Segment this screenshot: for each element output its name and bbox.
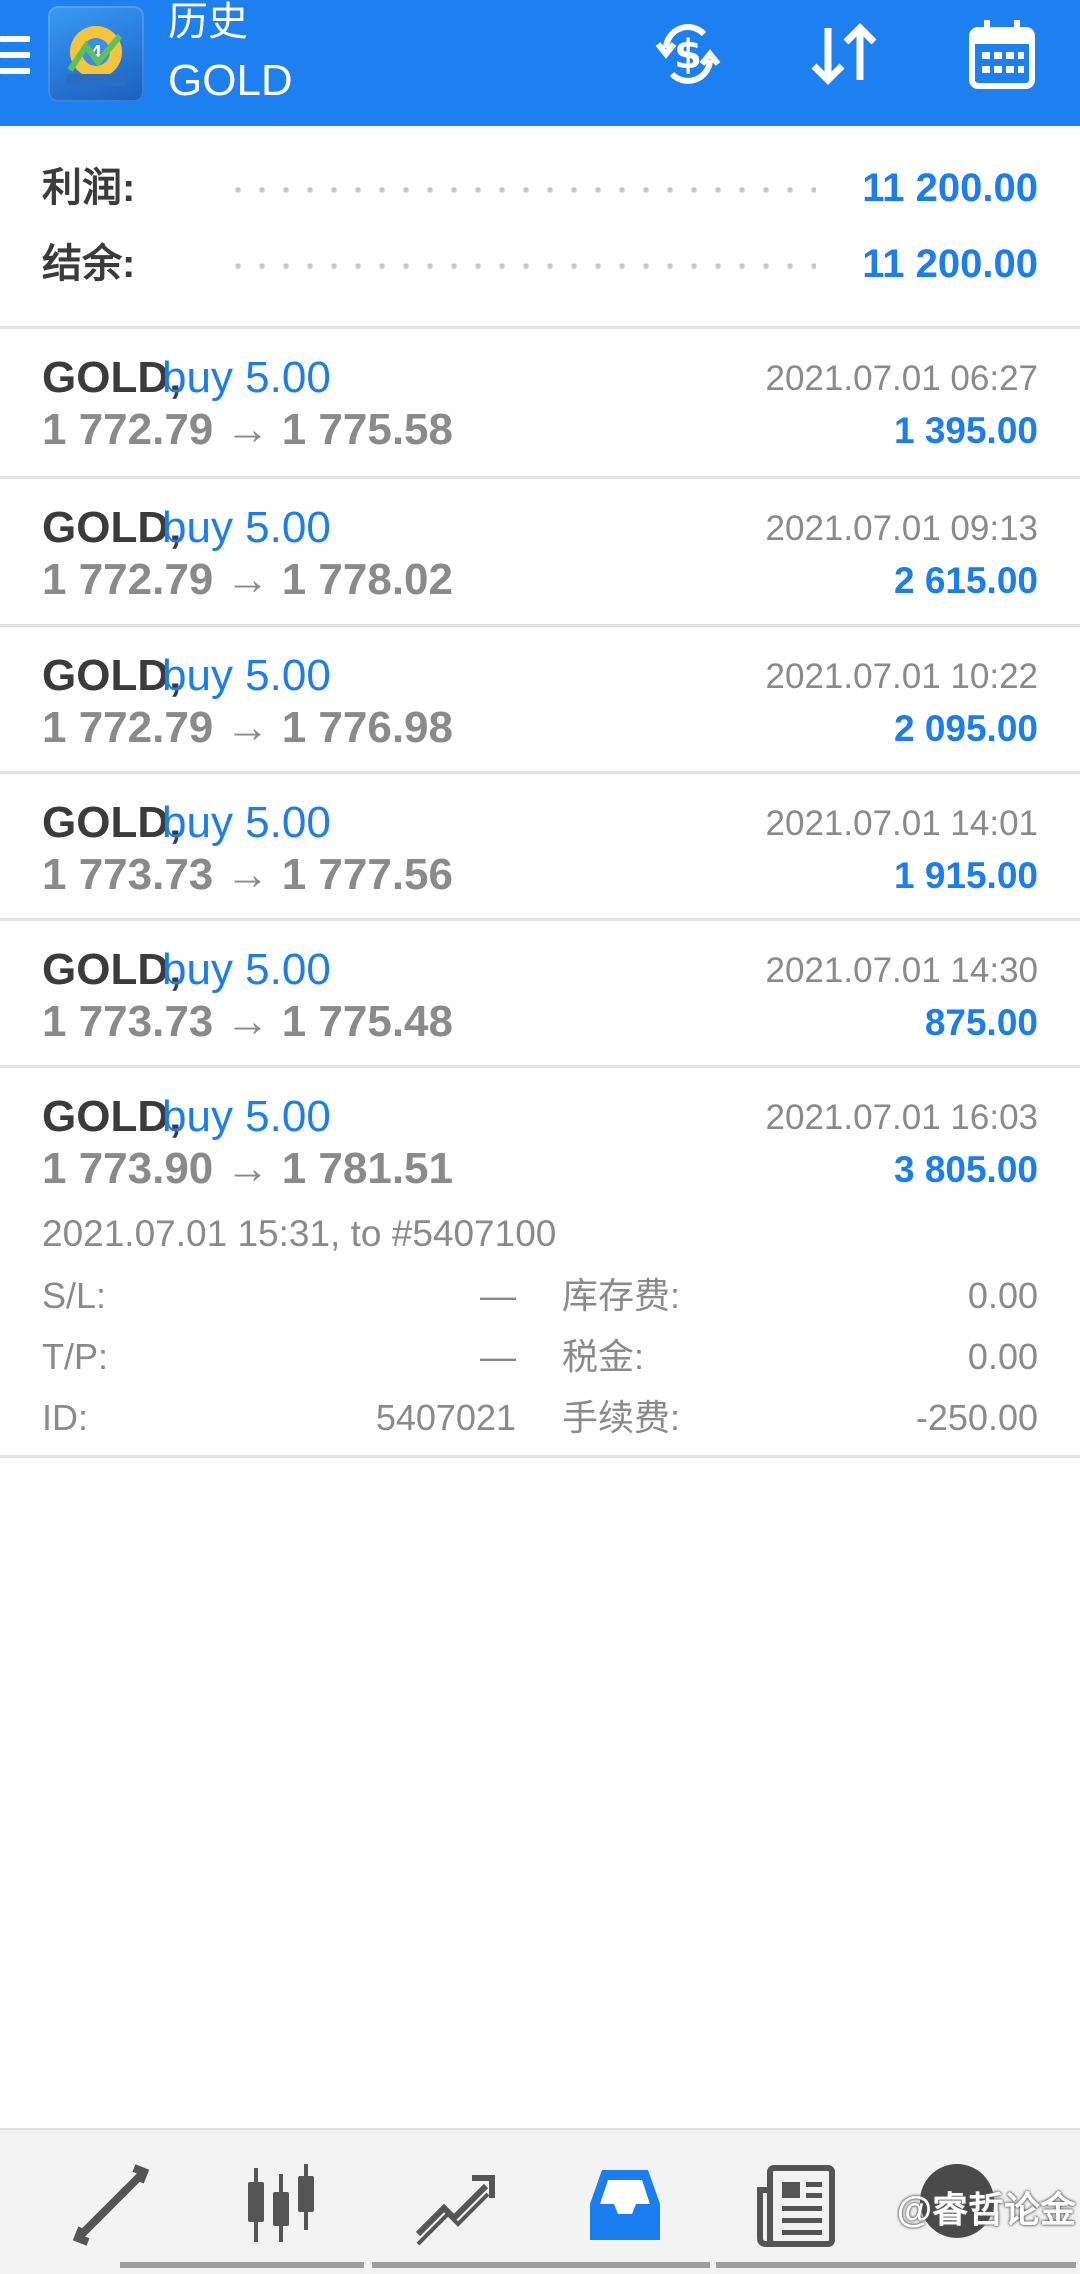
tp-value: — <box>480 1336 516 1377</box>
trade-type: buy 5.00 <box>162 945 331 994</box>
id-value: 5407021 <box>375 1397 516 1438</box>
trade-icon[interactable] <box>408 2160 498 2250</box>
trade-prices: 1 773.73 → 1 775.48 <box>42 997 453 1046</box>
page-title: 历史 <box>168 0 248 44</box>
nav-indicator <box>372 2262 710 2268</box>
sl-label: S/L: <box>42 1275 107 1316</box>
trade-type: buy 5.00 <box>162 1092 331 1141</box>
sort-icon[interactable] <box>804 14 884 94</box>
trade-close-time: 2021.07.01 09:13 <box>765 509 1038 548</box>
calendar-icon[interactable] <box>962 14 1042 94</box>
trade-symbol: GOLD, <box>42 945 182 994</box>
divider <box>0 1455 1080 1458</box>
trade-profit: 2 615.00 <box>893 560 1038 601</box>
commission-label: 手续费: <box>562 1397 681 1438</box>
trade-symbol: GOLD, <box>42 353 182 402</box>
trade-symbol: GOLD, <box>42 503 182 552</box>
trade-row[interactable]: GOLD, buy 5.00 1 773.73 → 1 777.56 2021.… <box>0 774 1080 921</box>
trade-prices: 1 772.79 → 1 775.58 <box>42 405 453 454</box>
trade-row-expanded[interactable]: GOLD, buy 5.00 1 773.90 → 1 781.51 2021.… <box>0 1068 1080 1458</box>
bottom-navigation: @睿哲论金 <box>0 2128 1080 2274</box>
dotted-leader <box>226 262 816 270</box>
trade-profit: 2 095.00 <box>893 708 1038 749</box>
trade-profit: 1 915.00 <box>893 855 1038 896</box>
chart-icon[interactable] <box>236 2160 326 2250</box>
trade-close-time: 2021.07.01 16:03 <box>765 1098 1038 1137</box>
profit-summary-row: 利润: 11 200.00 <box>0 158 1080 218</box>
tax-value: 0.00 <box>967 1336 1038 1377</box>
trade-row[interactable]: GOLD, buy 5.00 1 772.79 → 1 776.98 2021.… <box>0 627 1080 774</box>
swap-value: 0.00 <box>967 1275 1038 1316</box>
top-app-bar: 4 历史 GOLD $ <box>0 0 1080 126</box>
trade-prices: 1 772.79 → 1 778.02 <box>42 555 453 604</box>
history-icon[interactable] <box>580 2160 670 2250</box>
trade-profit: 1 395.00 <box>893 410 1038 451</box>
trade-close-time: 2021.07.01 14:01 <box>765 804 1038 843</box>
svg-text:$: $ <box>674 32 702 78</box>
sl-value: — <box>480 1275 516 1316</box>
nav-indicator <box>716 2262 1076 2268</box>
tax-label: 税金: <box>562 1336 645 1377</box>
trade-prices: 1 773.90 → 1 781.51 <box>42 1144 453 1193</box>
trade-type: buy 5.00 <box>162 651 331 700</box>
trade-type: buy 5.00 <box>162 798 331 847</box>
dotted-leader <box>226 186 816 194</box>
commission-value: -250.00 <box>915 1397 1038 1438</box>
menu-icon[interactable] <box>0 36 30 76</box>
balance-label: 结余: <box>42 242 136 286</box>
trade-profit: 3 805.00 <box>893 1149 1038 1190</box>
balance-summary-row: 结余: 11 200.00 <box>0 234 1080 294</box>
trade-row[interactable]: GOLD, buy 5.00 1 773.73 → 1 775.48 2021.… <box>0 921 1080 1068</box>
profit-label: 利润: <box>42 166 136 210</box>
quotes-icon[interactable] <box>66 2160 156 2250</box>
symbol-subtitle: GOLD <box>168 56 293 105</box>
news-icon[interactable] <box>752 2160 842 2250</box>
nav-indicator <box>120 2262 364 2268</box>
trade-close-time: 2021.07.01 06:27 <box>765 359 1038 398</box>
trade-row[interactable]: GOLD, buy 5.00 1 772.79 → 1 775.58 2021.… <box>0 329 1080 476</box>
metatrader-logo-icon: 4 <box>48 6 144 102</box>
profit-value: 11 200.00 <box>862 166 1038 210</box>
trade-symbol: GOLD, <box>42 651 182 700</box>
trade-type: buy 5.00 <box>162 353 331 402</box>
swap-label: 库存费: <box>562 1275 681 1316</box>
balance-value: 11 200.00 <box>862 242 1038 286</box>
trade-open-info: 2021.07.01 15:31, to #5407100 <box>42 1213 557 1254</box>
id-label: ID: <box>42 1397 89 1438</box>
trade-prices: 1 772.79 → 1 776.98 <box>42 703 453 752</box>
trade-symbol: GOLD, <box>42 798 182 847</box>
trade-prices: 1 773.73 → 1 777.56 <box>42 850 453 899</box>
trade-close-time: 2021.07.01 14:30 <box>765 951 1038 990</box>
trade-type: buy 5.00 <box>162 503 331 552</box>
currency-exchange-icon[interactable]: $ <box>648 14 728 94</box>
trade-profit: 875.00 <box>924 1002 1038 1043</box>
watermark-text: @睿哲论金 <box>896 2189 1076 2230</box>
tp-label: T/P: <box>42 1336 109 1377</box>
trade-symbol: GOLD, <box>42 1092 182 1141</box>
trade-close-time: 2021.07.01 10:22 <box>765 657 1038 696</box>
trade-row[interactable]: GOLD, buy 5.00 1 772.79 → 1 778.02 2021.… <box>0 479 1080 626</box>
